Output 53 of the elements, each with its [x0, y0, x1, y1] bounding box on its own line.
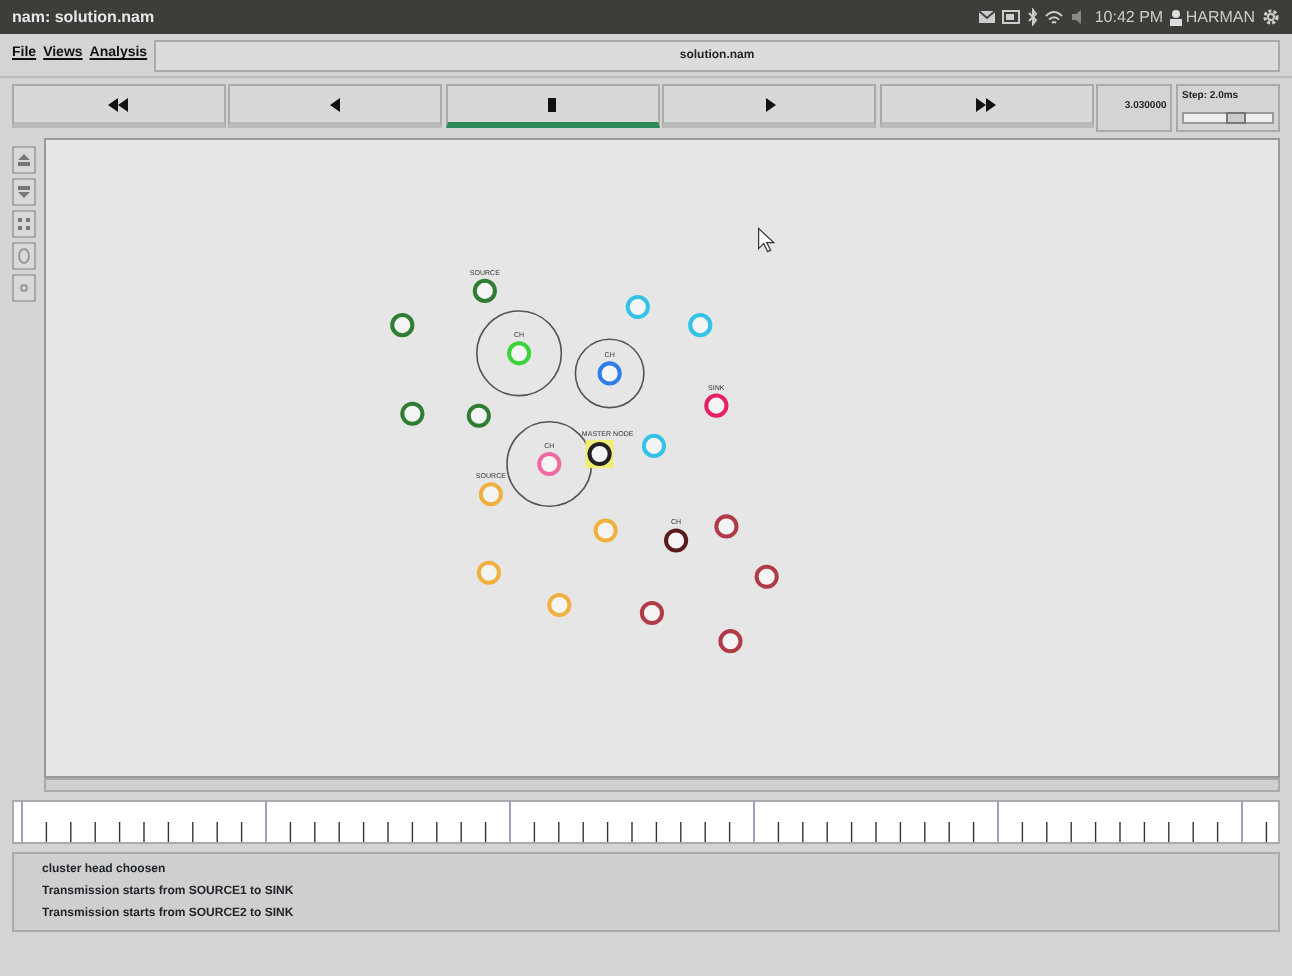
slider-thumb[interactable] — [1226, 111, 1247, 123]
network-node[interactable] — [754, 564, 779, 589]
ellipse-button[interactable] — [12, 242, 36, 270]
playback-button[interactable] — [445, 84, 660, 128]
network-node[interactable] — [400, 401, 425, 426]
network-node[interactable] — [664, 528, 689, 553]
playback-button[interactable] — [879, 84, 1094, 128]
network-node[interactable] — [466, 403, 491, 428]
window-title: nam: solution.nam — [12, 5, 155, 29]
network-node[interactable] — [625, 294, 650, 320]
circle-icon — [16, 280, 32, 296]
horizontal-scrollbar[interactable] — [44, 778, 1280, 792]
network-node[interactable] — [688, 313, 713, 338]
network-node[interactable] — [714, 514, 739, 539]
settings-icon[interactable] — [1262, 8, 1280, 26]
network-node[interactable] — [537, 451, 562, 477]
person-icon — [1170, 9, 1183, 25]
network-node[interactable] — [587, 441, 612, 467]
clock[interactable]: 10:42 PM — [1094, 5, 1164, 29]
bluetooth-icon[interactable] — [1027, 8, 1038, 26]
network-node[interactable] — [476, 560, 501, 585]
fast-forward-icon — [976, 97, 997, 111]
network-node[interactable] — [472, 278, 497, 303]
rewind-icon — [108, 97, 129, 111]
cluster-range — [574, 338, 645, 409]
network-node[interactable] — [547, 592, 572, 618]
network-node[interactable] — [704, 393, 729, 418]
ellipse-icon — [16, 248, 32, 264]
wifi-icon[interactable] — [1044, 9, 1065, 25]
cluster-range — [476, 310, 563, 397]
user-menu[interactable]: HARMAN — [1170, 5, 1255, 29]
zoom-out-icon — [16, 184, 32, 200]
grid-icon — [16, 216, 32, 232]
zoom-out-button[interactable] — [12, 178, 36, 206]
network-node[interactable] — [718, 629, 743, 654]
play-backward-icon — [325, 97, 346, 111]
zoom-in-icon — [16, 152, 32, 168]
network-node[interactable] — [597, 361, 622, 386]
step-slider[interactable] — [1182, 111, 1275, 123]
circle-button[interactable] — [12, 274, 36, 302]
grid-button[interactable] — [12, 210, 36, 238]
network-node[interactable] — [478, 482, 503, 507]
network-node[interactable] — [593, 518, 618, 543]
network-node[interactable] — [390, 313, 415, 338]
playback-button[interactable] — [228, 84, 443, 128]
zoom-in-button[interactable] — [12, 146, 36, 174]
playback-button[interactable] — [12, 84, 226, 128]
network-node[interactable] — [507, 341, 532, 366]
network-node[interactable] — [641, 433, 667, 458]
mail-icon[interactable] — [977, 10, 996, 24]
playback-button[interactable] — [662, 84, 877, 128]
cursor-icon — [758, 227, 776, 253]
network-node[interactable] — [639, 600, 664, 626]
